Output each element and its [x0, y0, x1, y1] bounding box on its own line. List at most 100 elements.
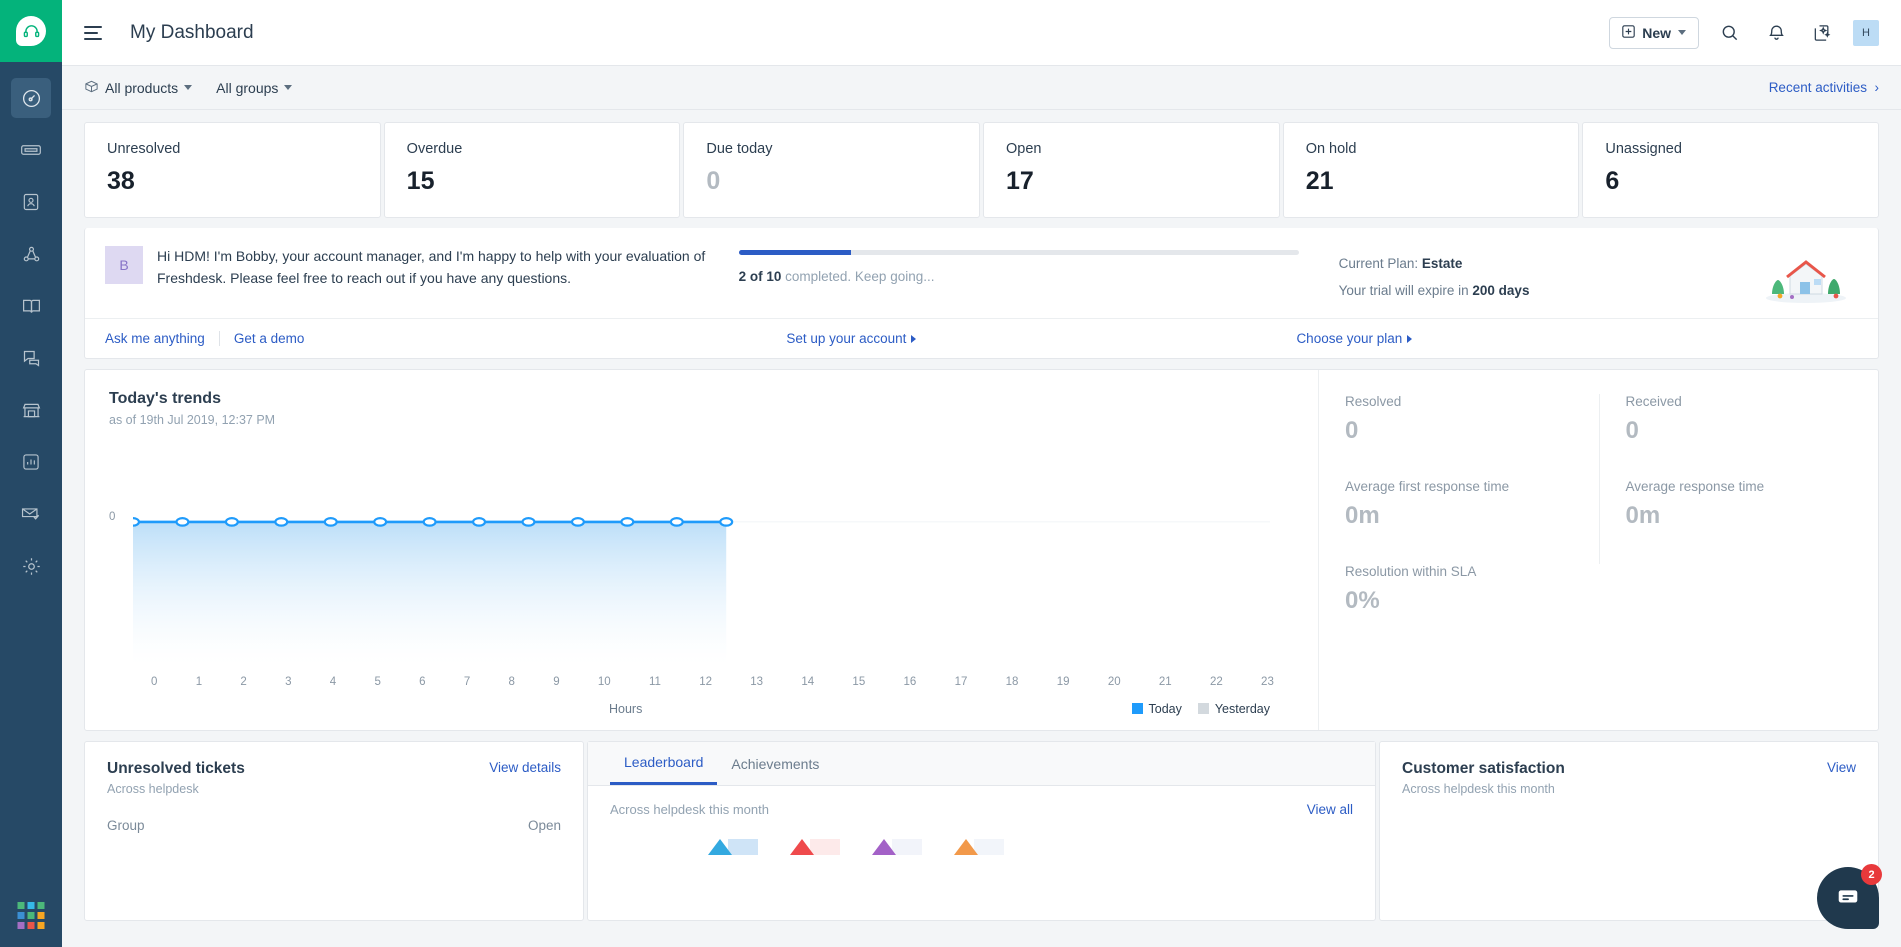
chart-point-5[interactable] [374, 518, 386, 526]
chart-point-9[interactable] [572, 518, 584, 526]
products-filter-label: All products [105, 79, 179, 96]
chart-area-fill [133, 521, 727, 664]
sidebar [0, 0, 62, 947]
sidebar-item-analytics[interactable] [11, 442, 51, 482]
legend-swatch-today [1131, 703, 1143, 714]
trial-prefix: Your trial will expire in [1338, 283, 1473, 298]
search-icon[interactable] [1715, 18, 1745, 48]
column-group: Group [107, 818, 145, 833]
bell-icon[interactable] [1761, 18, 1791, 48]
chart-point-12[interactable] [720, 518, 732, 526]
onboarding-progress: 2 of 10 completed. Keep going... [713, 246, 1339, 304]
view-details-link[interactable]: View details [489, 760, 561, 775]
kpi-card-overdue[interactable]: Overdue 15 [383, 122, 681, 218]
tab-achievements[interactable]: Achievements [717, 742, 833, 785]
x-tick-1: 1 [195, 676, 203, 688]
book-icon [21, 296, 42, 317]
chat-widget-button[interactable]: 2 [1817, 864, 1882, 929]
kpi-card-open[interactable]: Open 17 [983, 122, 1280, 218]
metric-value: 0m [1625, 502, 1661, 529]
kpi-card-due-today[interactable]: Due today 0 [683, 122, 981, 218]
kpi-card-unresolved[interactable]: Unresolved 38 [84, 122, 381, 218]
sidebar-item-dashboard[interactable] [11, 78, 51, 118]
metric-label: Average response time [1625, 479, 1765, 494]
sidebar-item-contacts[interactable] [11, 182, 51, 222]
new-button[interactable]: New [1609, 16, 1699, 49]
x-tick-18: 18 [1005, 676, 1019, 688]
grid-apps-icon[interactable] [17, 902, 45, 929]
legend-item-yesterday[interactable]: Yesterday [1197, 702, 1270, 716]
chart-point-3[interactable] [275, 518, 287, 526]
groups-filter-label: All groups [216, 79, 279, 96]
recent-activities-link[interactable]: Recent activities › [1769, 80, 1879, 95]
bobby-avatar: B [105, 246, 143, 284]
banner-message-text: Hi HDM! I'm Bobby, your account manager,… [157, 248, 706, 286]
x-tick-10: 10 [597, 676, 611, 688]
freshdesk-headset-logo[interactable] [0, 0, 62, 62]
kpi-card-on-hold[interactable]: On hold 21 [1282, 122, 1580, 218]
tab-leaderboard[interactable]: Leaderboard [610, 742, 718, 785]
chart-point-2[interactable] [226, 518, 238, 526]
panel-title: Customer satisfaction [1402, 760, 1565, 777]
ticket-icon [20, 139, 42, 161]
products-filter[interactable]: All products [84, 79, 193, 97]
progress-bar-track [738, 250, 1299, 255]
badge-icon-orange [952, 833, 1008, 863]
sidebar-item-solutions[interactable] [11, 286, 51, 326]
bar-chart-icon [21, 452, 41, 472]
choose-plan-link[interactable]: Choose your plan [1296, 331, 1413, 346]
badge-icon-red [788, 833, 844, 863]
chart-point-7[interactable] [473, 518, 485, 526]
view-all-link[interactable]: View all [1307, 802, 1353, 817]
choose-plan-label: Choose your plan [1296, 331, 1403, 346]
chart-x-axis: 0 1 2 3 4 5 6 7 8 9 10 11 12 13 14 15 16 17 18 19 20 21 22 23 [151, 676, 1274, 688]
sparkle-ai-icon[interactable] [1807, 18, 1837, 48]
sidebar-item-forums[interactable] [11, 338, 51, 378]
kpi-value: 38 [107, 167, 135, 195]
legend-item-today[interactable]: Today [1131, 702, 1182, 716]
unresolved-table-header: Group Open [107, 818, 561, 833]
avatar[interactable]: H [1853, 19, 1879, 46]
chart-point-10[interactable] [621, 518, 633, 526]
dashboard-root: My Dashboard New H All products All grou… [0, 0, 1901, 947]
x-tick-6: 6 [419, 676, 426, 688]
chart-point-4[interactable] [325, 518, 337, 526]
sidebar-item-email[interactable] [11, 494, 51, 534]
x-tick-20: 20 [1107, 676, 1121, 688]
chart-point-1[interactable] [176, 518, 188, 526]
ask-me-anything-link[interactable]: Ask me anything [105, 331, 205, 346]
get-a-demo-link[interactable]: Get a demo [234, 331, 305, 346]
groups-filter[interactable]: All groups [216, 79, 293, 96]
chart-point-8[interactable] [523, 518, 535, 526]
x-tick-3: 3 [285, 676, 292, 688]
trends-chart[interactable]: 0 0 1 2 3 4 5 6 7 8 9 10 11 12 13 14 15 … [109, 449, 1294, 730]
customer-satisfaction-panel: Customer satisfaction Across helpdesk th… [1379, 741, 1879, 921]
kpi-label: Unassigned [1605, 141, 1682, 157]
view-link[interactable]: View [1827, 760, 1856, 775]
new-button-label: New [1642, 24, 1671, 41]
progress-bar-fill [738, 250, 851, 255]
sidebar-item-tickets[interactable] [11, 130, 51, 170]
chart-point-6[interactable] [424, 518, 436, 526]
contact-card-icon [21, 192, 41, 212]
hamburger-icon[interactable] [84, 20, 110, 46]
panel-subtitle: Across helpdesk this month [1402, 782, 1555, 796]
sidebar-item-admin[interactable] [11, 546, 51, 586]
kpi-value: 15 [406, 167, 435, 195]
kpi-card-unassigned[interactable]: Unassigned 6 [1582, 122, 1880, 218]
x-tick-16: 16 [903, 676, 917, 688]
chart-point-0[interactable] [133, 518, 139, 526]
kpi-label: Open [1006, 141, 1042, 157]
setup-account-label: Set up your account [786, 331, 907, 346]
plus-box-icon [1622, 24, 1635, 41]
leaderboard-tabs: Leaderboard Achievements [588, 742, 1375, 786]
house-garden-illustration [1760, 246, 1858, 304]
badge-icon-blue [706, 833, 762, 863]
kpi-value: 21 [1305, 167, 1334, 195]
metric-avg-response-time: Average response time 0m [1598, 479, 1879, 564]
chart-point-11[interactable] [671, 518, 683, 526]
setup-account-link[interactable]: Set up your account [786, 331, 917, 346]
sidebar-item-social[interactable] [11, 234, 51, 274]
sidebar-item-marketplace[interactable] [11, 390, 51, 430]
current-plan-label: Current Plan: [1338, 256, 1422, 271]
